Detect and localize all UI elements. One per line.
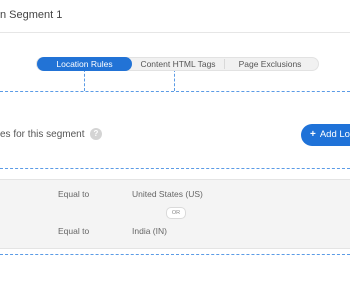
plus-icon: + [310, 129, 316, 140]
segment-tabs: Location Rules Content HTML Tags Page Ex… [36, 56, 319, 71]
rules-heading: es for this segment [0, 129, 85, 140]
rule-row[interactable]: Equal to India (IN) [0, 222, 350, 242]
guide-line-top [0, 91, 350, 92]
tab-location-rules[interactable]: Location Rules [37, 56, 132, 71]
tab-content-html-tags[interactable]: Content HTML Tags [132, 57, 224, 71]
rule-operator[interactable]: Equal to [58, 189, 89, 199]
guide-line-left [84, 69, 85, 91]
rule-value[interactable]: United States (US) [132, 189, 203, 199]
add-rule-label: Add Lo [319, 129, 350, 140]
guide-line-bottom [0, 254, 350, 255]
tab-page-exclusions[interactable]: Page Exclusions [225, 57, 315, 71]
segment-header: n Segment 1 [0, 0, 350, 33]
segment-title: n Segment 1 [0, 9, 63, 21]
question-icon[interactable]: ? [90, 128, 102, 140]
guide-line-right [174, 69, 175, 91]
add-rule-button[interactable]: + Add Lo [301, 124, 350, 146]
guide-line-middle [0, 168, 350, 169]
rule-row[interactable]: Equal to United States (US) [0, 185, 350, 205]
rule-value[interactable]: India (IN) [132, 226, 167, 236]
or-connector-badge: OR [166, 207, 186, 219]
rule-operator[interactable]: Equal to [58, 226, 89, 236]
